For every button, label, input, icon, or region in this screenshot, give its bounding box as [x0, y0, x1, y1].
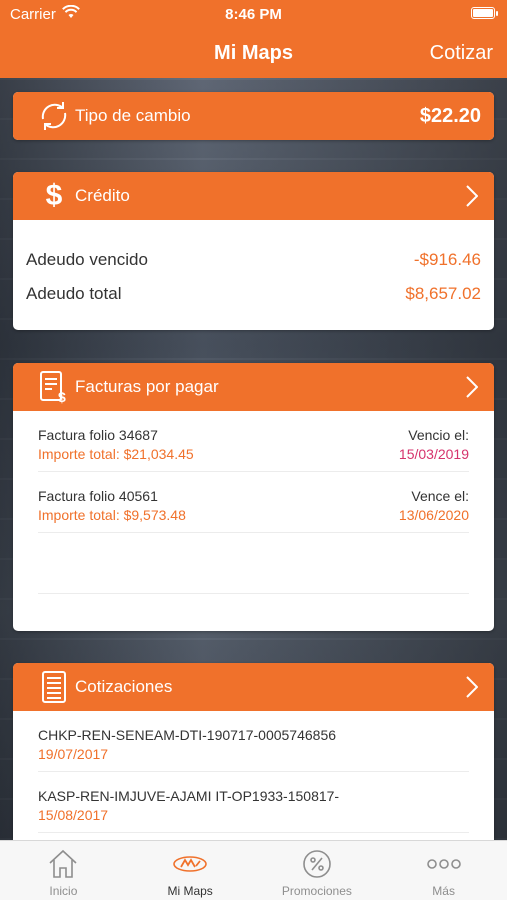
invoice-due-label: Vence el:: [411, 488, 469, 504]
credit-row-total: Adeudo total $8,657.02: [13, 277, 494, 311]
credit-row-label: Adeudo vencido: [26, 250, 148, 269]
invoice-total: Importe total: $9,573.48: [38, 507, 186, 523]
invoice-folio: Factura folio 34687: [38, 427, 158, 443]
quotes-title: Cotizaciones: [75, 677, 173, 696]
list-item[interactable]: Factura folio 40561 Importe total: $9,57…: [38, 472, 469, 533]
credit-header[interactable]: $ Crédito: [13, 172, 494, 220]
exchange-rate-card: Tipo de cambio $22.20: [13, 92, 494, 140]
invoice-due-date: 15/03/2019: [398, 446, 469, 462]
dollar-icon: $: [45, 179, 63, 212]
list-item[interactable]: KASP-REN-IMJUVE-AJAMI IT-OP1933-150817- …: [38, 772, 469, 833]
invoice-due-date: 13/06/2020: [398, 507, 469, 523]
credit-card: $ Crédito Adeudo vencido -$916.46 Adeudo…: [13, 172, 494, 330]
credit-row-value: $8,657.02: [405, 284, 481, 303]
credit-row-overdue: Adeudo vencido -$916.46: [13, 243, 494, 277]
percent-icon: [254, 847, 381, 881]
credit-title: Crédito: [75, 186, 130, 205]
chevron-right-icon[interactable]: [466, 185, 479, 212]
invoices-card: $ Facturas por pagar Factura folio 34687…: [13, 363, 494, 631]
exchange-rate-value: $22.20: [419, 105, 481, 127]
list-item[interactable]: CHKP-REN-SENEAM-DTI-190717-0005746856 19…: [38, 711, 469, 772]
more-icon: [380, 847, 507, 881]
cotizar-button[interactable]: Cotizar: [430, 42, 493, 65]
quotes-card: Cotizaciones CHKP-REN-SENEAM-DTI-190717-…: [13, 663, 494, 863]
tab-mi-maps[interactable]: Mi Maps: [127, 841, 254, 900]
tab-promociones[interactable]: Promociones: [254, 841, 381, 900]
exchange-rate-header: Tipo de cambio $22.20: [13, 92, 494, 140]
tab-mas[interactable]: Más: [380, 841, 507, 900]
tab-label: Más: [432, 884, 455, 898]
list-item[interactable]: Factura folio 34687 Importe total: $21,0…: [38, 411, 469, 472]
credit-row-label: Adeudo total: [26, 284, 122, 303]
chevron-right-icon[interactable]: [466, 676, 479, 703]
credit-row-value: -$916.46: [413, 250, 481, 269]
clock: 8:46 PM: [225, 6, 282, 23]
invoices-title: Facturas por pagar: [75, 377, 219, 396]
home-icon: [0, 847, 127, 881]
invoice-icon: $: [35, 369, 73, 405]
tab-inicio[interactable]: Inicio: [0, 841, 127, 900]
svg-text:$: $: [58, 389, 66, 404]
battery-icon: [471, 7, 498, 19]
invoice-total: Importe total: $21,034.45: [38, 446, 194, 462]
list-item-empty: [38, 533, 469, 594]
navigation-bar: Carrier 8:46 PM Mi Maps Cotizar: [0, 0, 507, 78]
tab-label: Inicio: [49, 884, 78, 898]
invoice-due-label: Vencio el:: [408, 427, 469, 443]
invoice-folio: Factura folio 40561: [38, 488, 158, 504]
quote-date: 19/07/2017: [38, 746, 109, 762]
quote-code: KASP-REN-IMJUVE-AJAMI IT-OP1933-150817-: [38, 788, 340, 804]
chevron-right-icon[interactable]: [466, 376, 479, 403]
status-bar: Carrier 8:46 PM: [0, 0, 507, 28]
tab-bar: Inicio Mi Maps Promociones Más: [0, 840, 507, 900]
refresh-icon[interactable]: [35, 98, 73, 134]
quote-date: 15/08/2017: [38, 807, 109, 823]
tab-label: Mi Maps: [167, 884, 213, 898]
invoices-header[interactable]: $ Facturas por pagar: [13, 363, 494, 411]
exchange-rate-label: Tipo de cambio: [75, 106, 191, 125]
maps-logo-icon: [127, 847, 254, 881]
document-list-icon: [35, 669, 73, 705]
quote-code: CHKP-REN-SENEAM-DTI-190717-0005746856: [38, 727, 337, 743]
tab-label: Promociones: [281, 884, 352, 898]
quotes-header[interactable]: Cotizaciones: [13, 663, 494, 711]
